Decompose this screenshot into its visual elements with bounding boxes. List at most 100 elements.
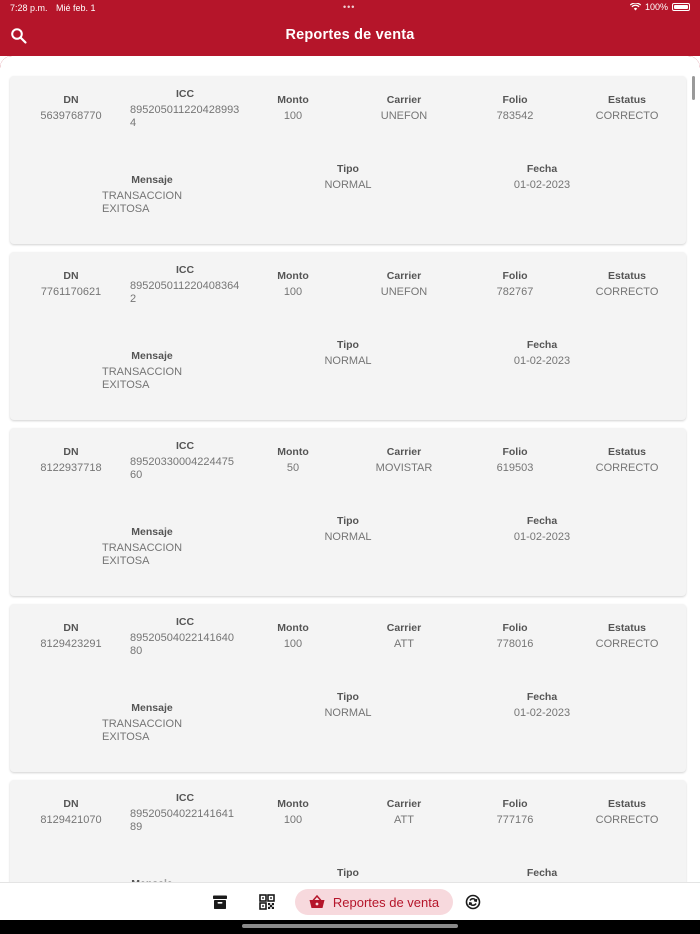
estatus-label: Estatus [608, 446, 646, 458]
folio-field: Folio 778016 [480, 622, 550, 651]
report-card[interactable]: DN 8129423291 ICC 8952050402214164080 Mont… [10, 604, 686, 772]
estatus-field: Estatus CORRECTO [590, 94, 664, 123]
tipo-label: Tipo [337, 163, 359, 175]
carrier-label: Carrier [386, 94, 422, 106]
report-card[interactable]: DN 7761170621 ICC 8952050112204083642 Mont… [10, 252, 686, 420]
fecha-label: Fecha [526, 867, 558, 879]
folio-value: 619503 [496, 462, 534, 474]
carrier-label: Carrier [386, 446, 422, 458]
estatus-value: CORRECTO [595, 638, 659, 650]
fecha-label: Fecha [526, 163, 558, 175]
tipo-value: NORMAL [324, 179, 372, 191]
carrier-field: Carrier ATT [360, 622, 448, 651]
basket-icon [309, 895, 325, 908]
monto-field: Monto 100 [265, 94, 321, 123]
sync-icon[interactable] [464, 893, 482, 911]
icc-field: ICC 8952033000422447560 [130, 440, 240, 482]
nav-item-reportes-de-venta[interactable]: Reportes de venta [295, 889, 453, 915]
estatus-field: Estatus CORRECTO [590, 446, 664, 475]
folio-value: 778016 [496, 638, 534, 650]
report-list-sheet: DN 5639768770 ICC 8952050112204289934 Mont… [0, 56, 700, 882]
scrollbar[interactable] [692, 76, 695, 100]
dn-label: DN [63, 446, 79, 458]
fecha-value: 01-02-2023 [513, 531, 571, 543]
monto-field: Monto 100 [265, 622, 321, 651]
monto-label: Monto [277, 798, 309, 810]
dn-field: DN 5639768770 [36, 94, 106, 123]
folio-field: Folio 777176 [480, 798, 550, 827]
wifi-icon [629, 3, 641, 11]
icc-field: ICC 8952050112204289934 [130, 88, 240, 130]
dn-value: 7761170621 [40, 286, 102, 298]
icc-value: 8952050112204289934 [130, 104, 240, 129]
battery-icon [672, 3, 690, 11]
estatus-label: Estatus [608, 798, 646, 810]
report-card[interactable]: DN 8129421070 ICC 8952050402214164189 Mont… [10, 780, 686, 882]
carrier-label: Carrier [386, 622, 422, 634]
fecha-label: Fecha [526, 515, 558, 527]
fecha-label: Fecha [526, 691, 558, 703]
estatus-value: CORRECTO [595, 286, 659, 298]
mensaje-field: Mensaje TRANSACCION EXITOSA [102, 526, 202, 568]
estatus-value: CORRECTO [595, 110, 659, 122]
folio-label: Folio [502, 446, 528, 458]
carrier-label: Carrier [386, 270, 422, 282]
bottom-navigation: Reportes de venta [0, 882, 700, 920]
archive-icon[interactable] [211, 893, 229, 911]
estatus-field: Estatus CORRECTO [590, 622, 664, 651]
folio-field: Folio 782767 [480, 270, 550, 299]
estatus-label: Estatus [608, 270, 646, 282]
carrier-value: MOVISTAR [375, 462, 433, 474]
app-bar: Reportes de venta [0, 16, 700, 56]
mensaje-label: Mensaje [131, 350, 173, 362]
mensaje-value: TRANSACCION EXITOSA [102, 190, 183, 215]
carrier-label: Carrier [386, 798, 422, 810]
mensaje-value: TRANSACCION EXITOSA [102, 718, 183, 743]
report-card[interactable]: DN 5639768770 ICC 8952050112204289934 Mont… [10, 76, 686, 244]
icc-field: ICC 8952050402214164080 [130, 616, 240, 658]
tipo-field: Tipo NORMAL [310, 339, 386, 368]
tipo-label: Tipo [337, 691, 359, 703]
monto-field: Monto 100 [265, 270, 321, 299]
carrier-value: UNEFON [380, 286, 428, 298]
icc-label: ICC [175, 616, 195, 628]
icc-label: ICC [175, 88, 195, 100]
tipo-label: Tipo [337, 867, 359, 879]
qr-code-icon[interactable] [258, 893, 276, 911]
report-list[interactable]: DN 5639768770 ICC 8952050112204289934 Mont… [0, 56, 700, 882]
dn-value: 5639768770 [40, 110, 102, 122]
mensaje-field: Mensaje TRANSACCION EXITOSA [102, 702, 202, 744]
tipo-value: NORMAL [324, 707, 372, 719]
mensaje-label: Mensaje [131, 702, 173, 714]
carrier-field: Carrier MOVISTAR [360, 446, 448, 475]
fecha-value: 01-02-2023 [513, 707, 571, 719]
fecha-field: Fecha 01-02-2023 [500, 163, 584, 192]
carrier-value: ATT [394, 814, 414, 826]
status-time: 7:28 p.m. [10, 3, 48, 13]
tipo-field: Tipo NORMAL [310, 163, 386, 192]
status-bar: 7:28 p.m. Mié feb. 1 ••• 100% [0, 0, 700, 16]
multitasking-dots-icon[interactable]: ••• [343, 2, 355, 12]
status-right: 100% [629, 2, 690, 12]
carrier-value: UNEFON [380, 110, 428, 122]
mensaje-label: Mensaje [131, 174, 173, 186]
folio-label: Folio [502, 798, 528, 810]
estatus-value: CORRECTO [595, 814, 659, 826]
monto-label: Monto [277, 446, 309, 458]
report-card[interactable]: DN 8122937718 ICC 8952033000422447560 Mont… [10, 428, 686, 596]
estatus-label: Estatus [608, 622, 646, 634]
estatus-value: CORRECTO [595, 462, 659, 474]
monto-value: 50 [286, 462, 300, 474]
home-indicator[interactable] [242, 924, 458, 928]
fecha-value: 01-02-2023 [513, 355, 571, 367]
fecha-field: Fecha [500, 867, 584, 882]
tipo-field: Tipo NORMAL [310, 691, 386, 720]
icc-field: ICC 8952050402214164189 [130, 792, 240, 834]
carrier-field: Carrier ATT [360, 798, 448, 827]
tipo-label: Tipo [337, 339, 359, 351]
dn-label: DN [63, 622, 79, 634]
folio-label: Folio [502, 94, 528, 106]
monto-value: 100 [283, 638, 303, 650]
fecha-field: Fecha 01-02-2023 [500, 339, 584, 368]
icc-label: ICC [175, 792, 195, 804]
